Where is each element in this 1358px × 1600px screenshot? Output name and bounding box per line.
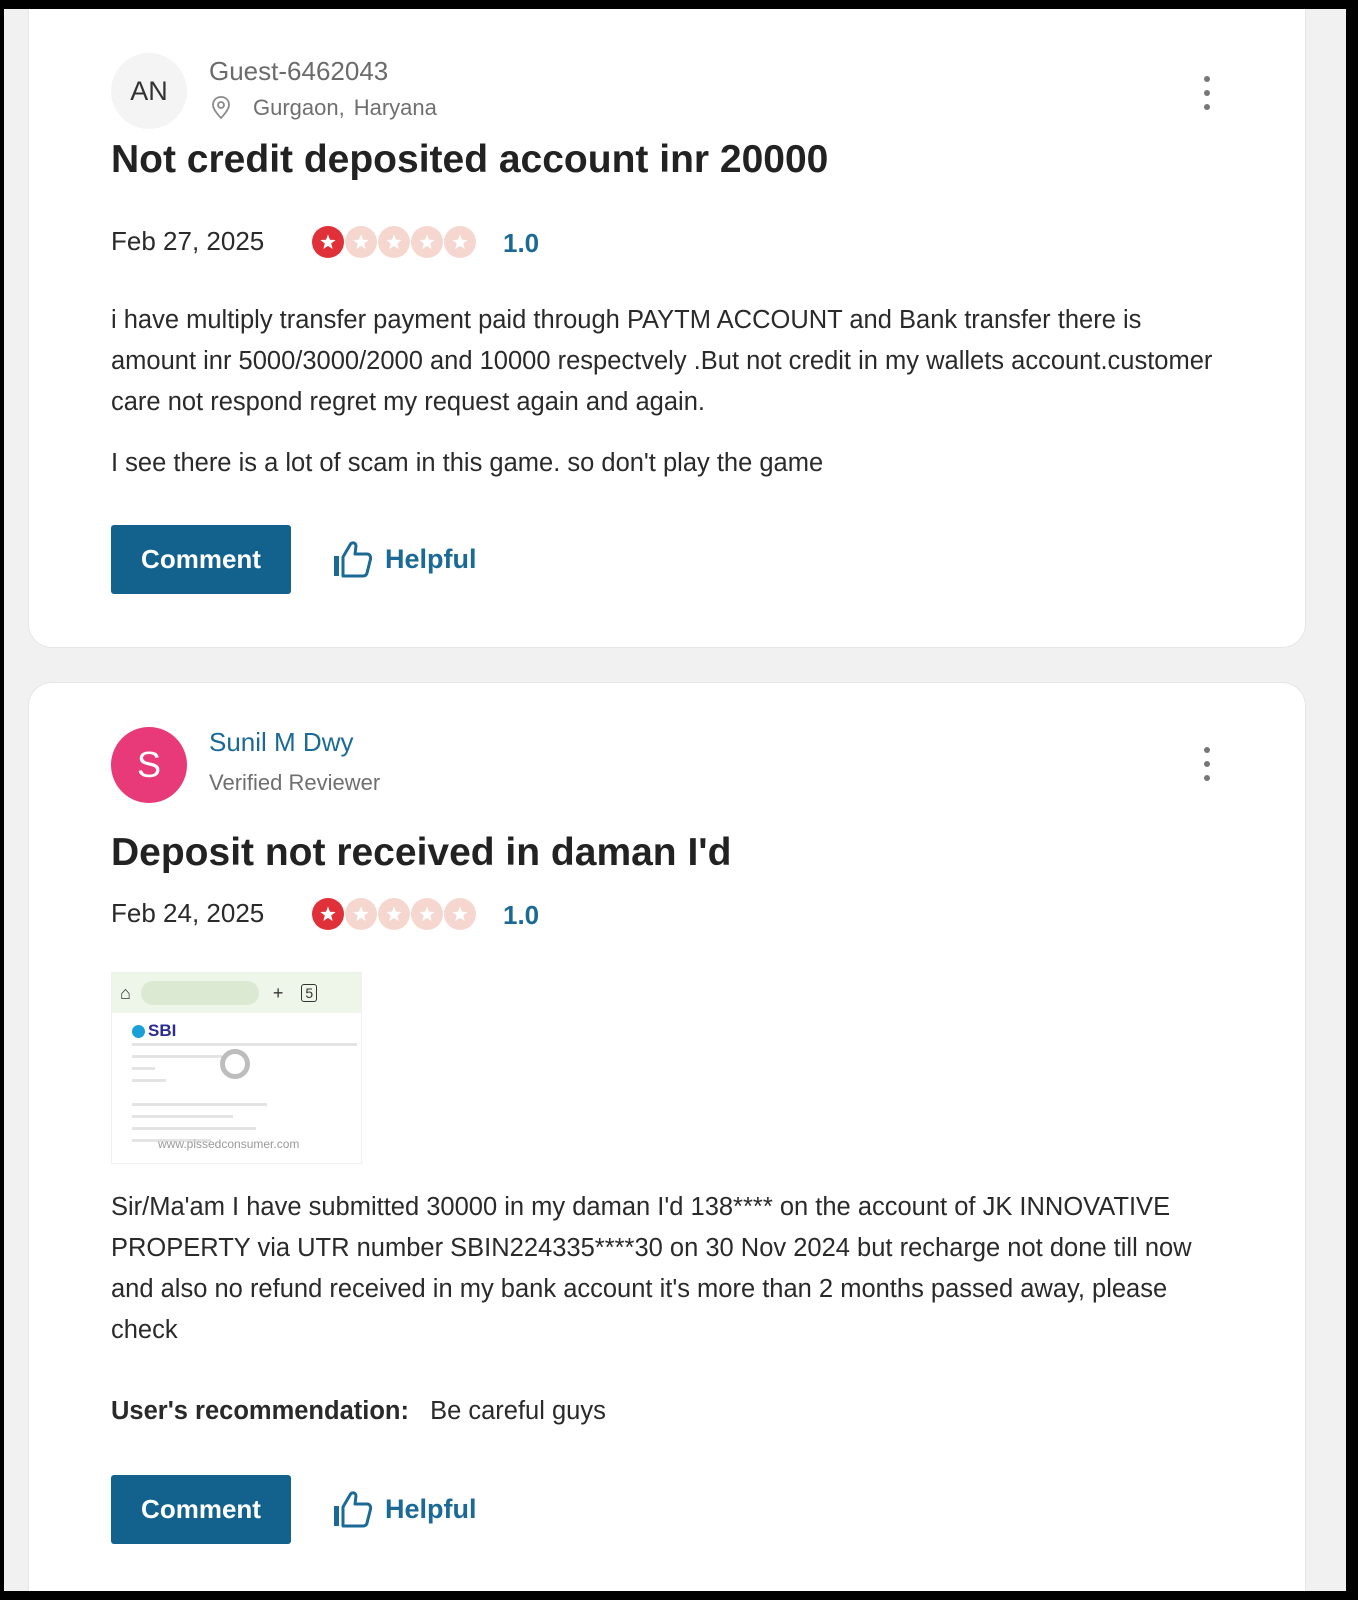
avatar: S bbox=[111, 727, 187, 803]
comment-button[interactable]: Comment bbox=[111, 525, 291, 594]
star-empty-icon bbox=[411, 898, 443, 930]
reviewer-name-link[interactable]: Sunil M Dwy bbox=[209, 727, 353, 758]
recommendation-value: Be careful guys bbox=[430, 1397, 606, 1425]
helpful-label: Helpful bbox=[385, 1493, 477, 1524]
sbi-logo-icon bbox=[132, 1024, 145, 1038]
helpful-label: Helpful bbox=[385, 543, 477, 574]
rating-value: 1.0 bbox=[503, 900, 540, 930]
attachment-watermark: www.pissedconsumer.com bbox=[158, 1137, 300, 1151]
review-card: AN Guest-6462043 Gurgaon, Haryana Not cr… bbox=[28, 9, 1306, 648]
star-filled-icon bbox=[312, 898, 344, 930]
star-empty-icon bbox=[378, 898, 410, 930]
plus-icon: + bbox=[272, 982, 284, 1003]
star-filled-icon bbox=[312, 226, 344, 258]
star-rating bbox=[311, 225, 476, 259]
more-options-icon[interactable] bbox=[1199, 76, 1215, 110]
star-empty-icon bbox=[345, 226, 377, 258]
helpful-button[interactable]: Helpful bbox=[331, 539, 477, 579]
review-text-paragraph: Sir/Ma'am I have submitted 30000 in my d… bbox=[111, 1193, 1192, 1344]
review-card: S Sunil M Dwy Verified Reviewer Deposit … bbox=[28, 682, 1306, 1591]
location-state: Haryana bbox=[353, 95, 437, 120]
review-text-paragraph: I see there is a lot of scam in this gam… bbox=[111, 449, 824, 477]
star-empty-icon bbox=[411, 226, 443, 258]
recommendation-label: User's recommendation: bbox=[111, 1397, 409, 1425]
thumbs-up-icon bbox=[334, 1491, 373, 1528]
comment-button[interactable]: Comment bbox=[111, 1475, 291, 1544]
review-text-paragraph: i have multiply transfer payment paid th… bbox=[111, 306, 1213, 416]
user-recommendation: User's recommendation: Be careful guys bbox=[111, 1397, 606, 1426]
star-rating bbox=[311, 897, 476, 931]
avatar: AN bbox=[111, 53, 187, 129]
reviewer-name: Guest-6462043 bbox=[209, 56, 389, 86]
helpful-button[interactable]: Helpful bbox=[331, 1489, 477, 1529]
sbi-logo: SBI bbox=[132, 1021, 361, 1041]
rating-value: 1.0 bbox=[503, 228, 540, 258]
address-bar bbox=[140, 981, 259, 1005]
star-empty-icon bbox=[444, 226, 476, 258]
reviews-viewport: AN Guest-6462043 Gurgaon, Haryana Not cr… bbox=[4, 9, 1346, 1591]
review-title: Deposit not received in daman I'd bbox=[111, 831, 732, 874]
star-empty-icon bbox=[444, 898, 476, 930]
tabs-icon: 5 bbox=[301, 984, 318, 1002]
thumbs-up-icon bbox=[334, 541, 373, 578]
attachment-thumbnail[interactable]: ⌂ + 5 SBI www.pissedconsumer.com bbox=[111, 972, 362, 1164]
location-pin-icon bbox=[212, 96, 230, 120]
review-date: Feb 27, 2025 bbox=[111, 226, 265, 256]
star-empty-icon bbox=[345, 898, 377, 930]
review-date: Feb 24, 2025 bbox=[111, 898, 265, 928]
home-icon: ⌂ bbox=[120, 982, 131, 1003]
location-city: Gurgaon, bbox=[253, 95, 345, 120]
watermark-logo-icon bbox=[220, 1049, 250, 1079]
verified-reviewer-badge: Verified Reviewer bbox=[209, 770, 381, 795]
attachment-browser-bar: ⌂ + 5 bbox=[112, 973, 361, 1013]
more-options-icon[interactable] bbox=[1199, 747, 1215, 781]
reviewer-location: Gurgaon, Haryana bbox=[209, 95, 437, 121]
star-empty-icon bbox=[378, 226, 410, 258]
review-title: Not credit deposited account inr 20000 bbox=[111, 138, 829, 181]
